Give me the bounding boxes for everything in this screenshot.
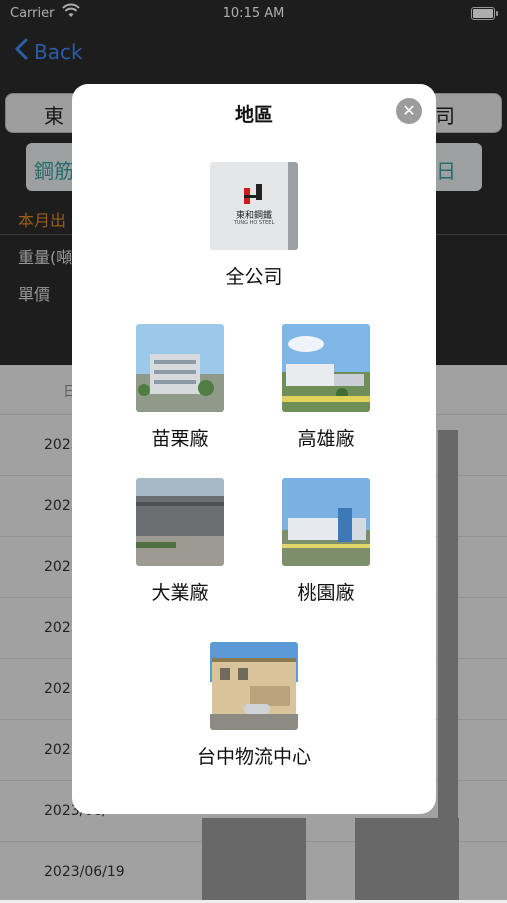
company-logo-image: 東和鋼鐵 TUNG HO STEEL	[210, 162, 298, 250]
region-tile-taichung[interactable]: 台中物流中心	[194, 642, 314, 769]
kaohsiung-plant-image	[282, 324, 370, 412]
region-label: 高雄廠	[297, 428, 355, 450]
region-tile-miaoli[interactable]: 苗栗廠	[120, 324, 240, 451]
region-label: 全公司	[225, 266, 283, 288]
miaoli-plant-image	[136, 324, 224, 412]
region-tile-all[interactable]: 東和鋼鐵 TUNG HO STEEL 全公司	[194, 162, 314, 289]
region-label: 大業廠	[151, 582, 209, 604]
region-tile-daye[interactable]: 大業廠	[120, 478, 240, 605]
modal-title: 地區	[234, 104, 273, 126]
taichung-center-image	[210, 642, 298, 730]
region-label: 台中物流中心	[196, 746, 311, 768]
region-tile-kaohsiung[interactable]: 高雄廠	[266, 324, 386, 451]
taoyuan-plant-image	[282, 478, 370, 566]
close-button[interactable]: ✕	[396, 98, 422, 124]
daye-plant-image	[136, 478, 224, 566]
region-label: 桃園廠	[297, 582, 355, 604]
region-tile-taoyuan[interactable]: 桃園廠	[266, 478, 386, 605]
logo-subtext: TUNG HO STEEL	[233, 220, 275, 226]
region-picker-modal: 地區 ✕ 東和鋼鐵 TUNG HO STEEL 全公司 苗栗廠 高雄廠 大業廠 …	[72, 84, 436, 814]
close-icon: ✕	[402, 101, 416, 120]
region-label: 苗栗廠	[151, 428, 209, 450]
